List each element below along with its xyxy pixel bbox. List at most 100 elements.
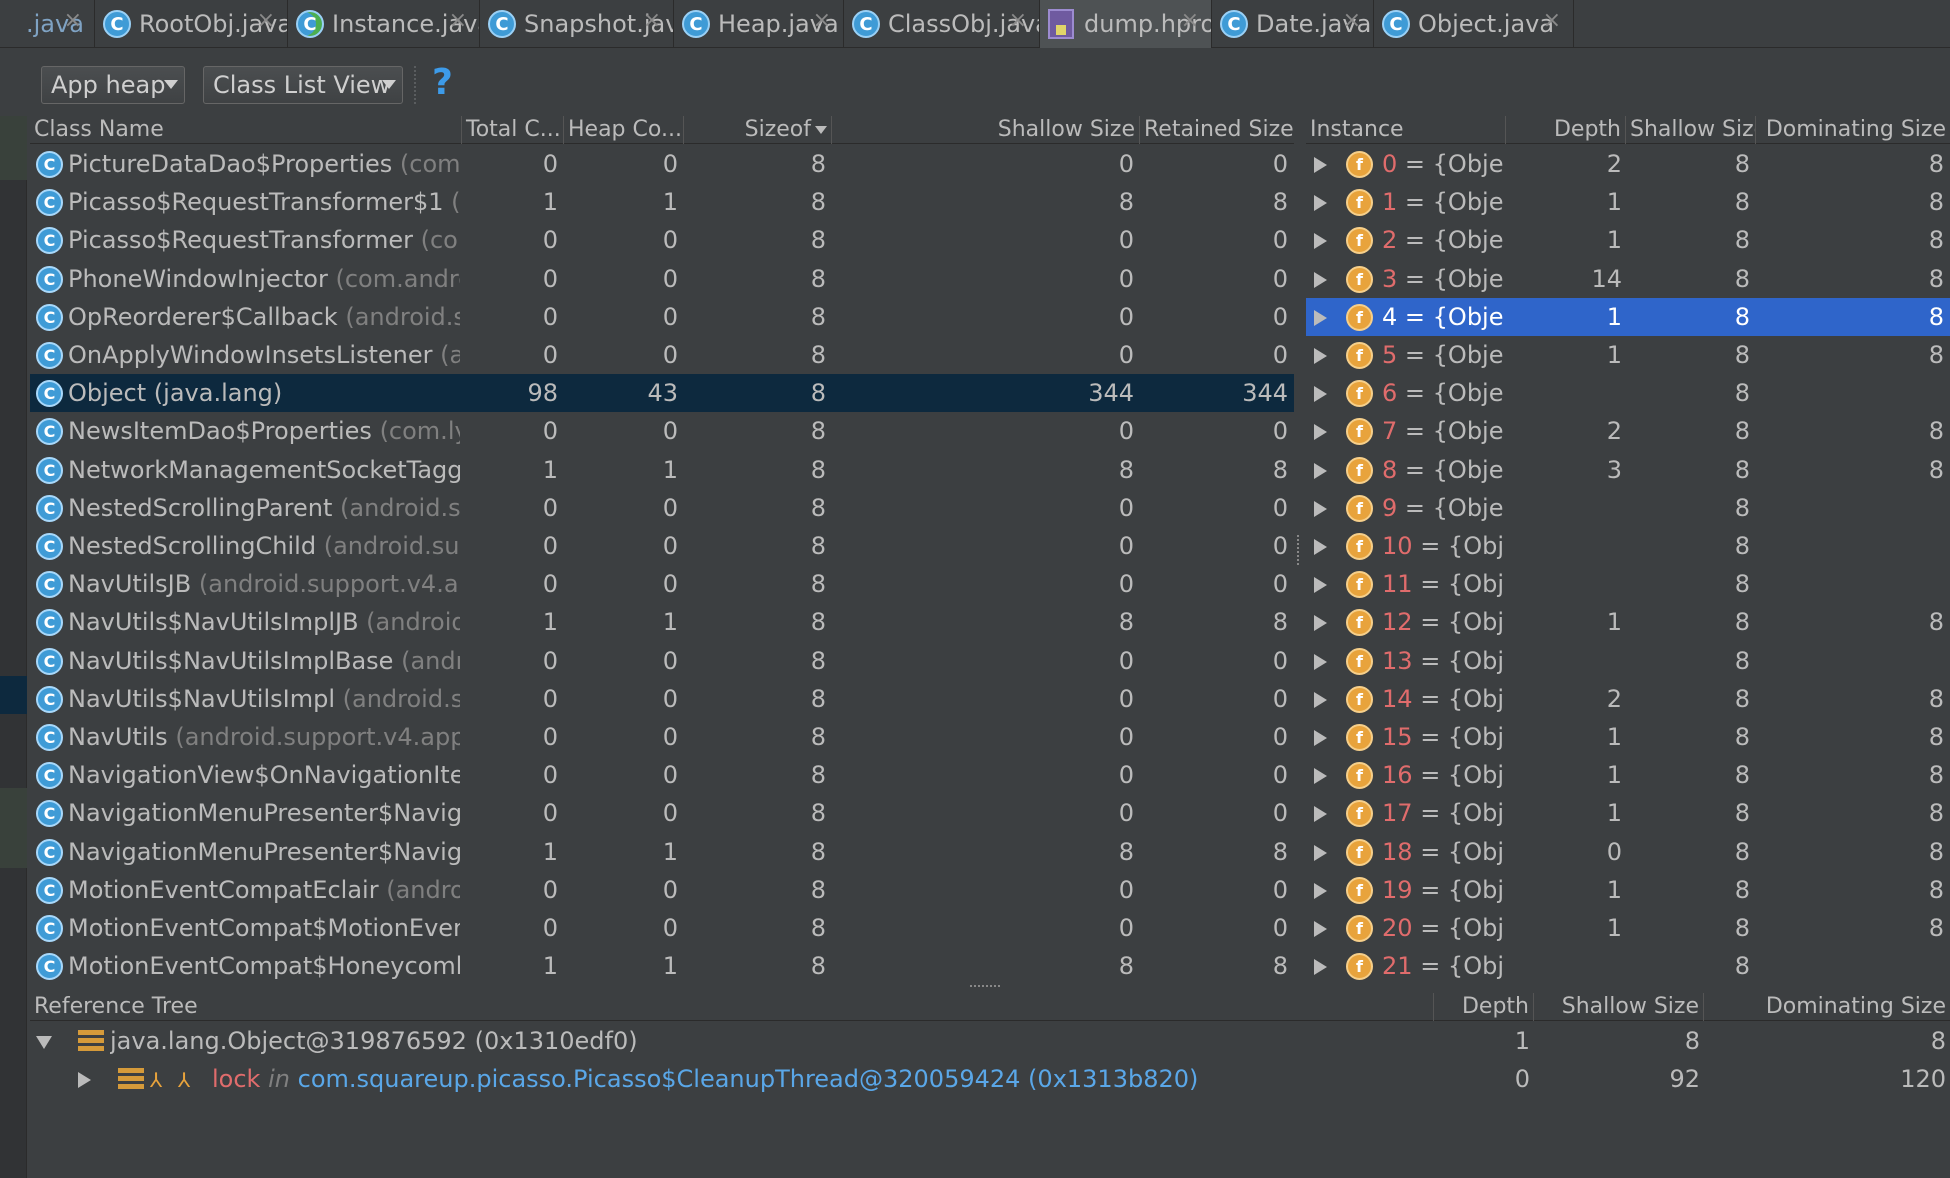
- instance-row[interactable]: f 17 = {Obj 1 8 8: [1306, 794, 1950, 832]
- expand-arrow-icon[interactable]: [1314, 309, 1327, 326]
- class-row[interactable]: C MotionEventCompat$HoneycombM 1 1 8 8 8: [30, 947, 1294, 985]
- col-shallow-size[interactable]: Shallow Size: [1626, 116, 1756, 144]
- tab-snapshot-java[interactable]: CSnapshot.java×: [480, 0, 674, 48]
- collapse-arrow-icon[interactable]: [36, 1036, 52, 1049]
- close-icon[interactable]: ×: [1009, 8, 1027, 33]
- class-row[interactable]: C NavigationView$OnNavigationItem 0 0 8 0 0: [30, 756, 1294, 794]
- col-shallow-size[interactable]: Shallow Size: [1534, 993, 1704, 1021]
- tab-dump-hprof[interactable]: dump.hprof ×: [1040, 0, 1212, 48]
- class-row[interactable]: CPhoneWindowInjector (com.androi 0 0 8 0 0: [30, 260, 1294, 298]
- expand-arrow-icon[interactable]: [1314, 921, 1327, 937]
- class-row[interactable]: CPicasso$RequestTransformer$1 (c 1 1 8 8 8: [30, 183, 1294, 221]
- tab-object-java[interactable]: C Object.java ×: [1374, 0, 1574, 48]
- expand-arrow-icon[interactable]: [1314, 195, 1327, 212]
- class-row[interactable]: CNavUtils$NavUtilsImplJB (android.s 1 1 8 8 8: [30, 603, 1294, 641]
- col-heap-count[interactable]: Heap Co...: [564, 116, 684, 144]
- instance-row[interactable]: f 20 = {Obj 1 8 8: [1306, 909, 1950, 947]
- class-row[interactable]: CPictureDataDao$Properties (com.l 0 0 8 0 0: [30, 145, 1294, 183]
- instance-row[interactable]: f3 = {Obje 14 8 8: [1306, 260, 1950, 298]
- class-row[interactable]: C MotionEventCompat$MotionEventV 0 0 8 0 0: [30, 909, 1294, 947]
- expand-arrow-icon[interactable]: [1314, 500, 1327, 517]
- col-class-name[interactable]: Class Name: [30, 116, 462, 144]
- col-dominating-size[interactable]: Dominating Size: [1756, 116, 1950, 144]
- expand-arrow-icon[interactable]: [1314, 424, 1327, 441]
- col-depth[interactable]: Depth: [1434, 993, 1534, 1021]
- instance-row[interactable]: f8 = {Obje 3 8 8: [1306, 451, 1950, 489]
- instance-row[interactable]: f0 = {Obje 2 8 8: [1306, 145, 1950, 183]
- tab-instance-java[interactable]: C Instance.java ×: [288, 0, 480, 48]
- tab-heap-java[interactable]: C Heap.java ×: [674, 0, 844, 48]
- expand-arrow-icon[interactable]: [1314, 768, 1327, 785]
- expand-arrow-icon[interactable]: [1314, 806, 1327, 823]
- col-dominating-size[interactable]: Dominating Size: [1704, 993, 1950, 1021]
- close-icon[interactable]: ×: [449, 8, 467, 33]
- close-icon[interactable]: ×: [813, 8, 831, 33]
- instance-row[interactable]: f5 = {Obje 1 8 8: [1306, 336, 1950, 374]
- tab-rootobj-java[interactable]: C RootObj.java ×: [95, 0, 288, 48]
- class-row[interactable]: C NavUtilsJB (android.support.v4.ap 0 0 8 0 0: [30, 565, 1294, 603]
- class-row[interactable]: C NavigationMenuPresenter$Navigat 1 1 8 8 8: [30, 833, 1294, 871]
- expand-arrow-icon[interactable]: [1314, 959, 1327, 976]
- class-row[interactable]: C NestedScrollingChild (android.sup 0 0 8 0 0: [30, 527, 1294, 565]
- reference-tree-child-row[interactable]: ⅄ ⅄ lock in com.squareup.picasso.Picasso…: [30, 1060, 1950, 1098]
- expand-arrow-icon[interactable]: [1314, 157, 1327, 173]
- expand-arrow-icon[interactable]: [1314, 233, 1327, 250]
- class-row[interactable]: CMotionEventCompatEclair (android 0 0 8 0 0: [30, 871, 1294, 909]
- instance-row[interactable]: f 19 = {Obj 1 8 8: [1306, 871, 1950, 909]
- class-row[interactable]: C OpReorderer$Callback (android.s 0 0 8 0 0: [30, 298, 1294, 336]
- view-select[interactable]: Class List View: [203, 66, 403, 104]
- col-total-count[interactable]: Total C...: [462, 116, 564, 144]
- close-icon[interactable]: ×: [1543, 8, 1561, 33]
- class-row[interactable]: C NavigationMenuPresenter$Navigat 0 0 8 0 0: [30, 794, 1294, 832]
- instance-row[interactable]: f 15 = {Obj 1 8 8: [1306, 718, 1950, 756]
- expand-arrow-icon[interactable]: [1314, 844, 1327, 861]
- expand-arrow-icon[interactable]: [1314, 348, 1327, 364]
- instance-row[interactable]: f 11 = {Obj 8: [1306, 565, 1950, 603]
- class-row[interactable]: C NetworkManagementSocketTagge 1 1 8 8 8: [30, 451, 1294, 489]
- referrer-instance-link[interactable]: com.squareup.picasso.Picasso$CleanupThre…: [298, 1065, 1199, 1093]
- tab-java[interactable]: .java ×: [0, 0, 95, 48]
- expand-arrow-icon[interactable]: [1314, 271, 1327, 288]
- instance-row[interactable]: f 16 = {Obj 1 8 8: [1306, 756, 1950, 794]
- col-instance[interactable]: Instance: [1306, 116, 1506, 144]
- expand-arrow-icon[interactable]: [1314, 539, 1327, 555]
- expand-arrow-icon[interactable]: [1314, 386, 1327, 403]
- class-row[interactable]: COnApplyWindowInsetsListener (anc 0 0 8 0 0: [30, 336, 1294, 374]
- class-row[interactable]: CPicasso$RequestTransformer (com 0 0 8 0 0: [30, 221, 1294, 259]
- instance-row[interactable]: f 14 = {Obj 2 8 8: [1306, 680, 1950, 718]
- tab-date-java[interactable]: C Date.java ×: [1212, 0, 1374, 48]
- instance-row[interactable]: f6 = {Obje 8: [1306, 374, 1950, 412]
- close-icon[interactable]: ×: [1343, 8, 1361, 33]
- instance-row[interactable]: f7 = {Obje 2 8 8: [1306, 412, 1950, 450]
- instance-row[interactable]: f 21 = {Obj 8: [1306, 947, 1950, 985]
- expand-arrow-icon[interactable]: [1314, 615, 1327, 632]
- class-row[interactable]: C Object (java.lang) 98 43 8 344 344: [30, 374, 1294, 413]
- instance-row[interactable]: f4 = {Obje 1 8 8: [1306, 297, 1950, 336]
- class-row[interactable]: CNestedScrollingParent (android.su 0 0 8 0 0: [30, 489, 1294, 527]
- expand-arrow-icon[interactable]: [78, 1072, 91, 1088]
- expand-arrow-icon[interactable]: [1314, 730, 1327, 746]
- instance-row[interactable]: f2 = {Obje 1 8 8: [1306, 221, 1950, 259]
- instance-row[interactable]: f 13 = {Obj 8: [1306, 642, 1950, 680]
- expand-arrow-icon[interactable]: [1314, 882, 1327, 899]
- class-row[interactable]: CNewsItemDao$Properties (com.ly. 0 0 8 0 0: [30, 412, 1294, 450]
- col-retained-size[interactable]: Retained Size: [1140, 116, 1294, 144]
- col-shallow-size[interactable]: Shallow Size: [832, 116, 1140, 144]
- instance-row[interactable]: f 18 = {Obj 0 8 8: [1306, 833, 1950, 871]
- expand-arrow-icon[interactable]: [1314, 653, 1327, 670]
- expand-arrow-icon[interactable]: [1314, 577, 1327, 594]
- class-row[interactable]: CNavUtils$NavUtilsImpl (android.su 0 0 8 0 0: [30, 680, 1294, 718]
- close-icon[interactable]: ×: [257, 8, 275, 33]
- instance-row[interactable]: f 10 = {Obj 8: [1306, 527, 1950, 565]
- instance-row[interactable]: f9 = {Obje 8: [1306, 489, 1950, 527]
- col-reference-tree[interactable]: Reference Tree: [30, 993, 1434, 1021]
- close-icon[interactable]: ×: [64, 8, 82, 33]
- instance-row[interactable]: f 12 = {Obj 1 8 8: [1306, 603, 1950, 641]
- col-depth[interactable]: Depth: [1506, 116, 1626, 144]
- help-icon[interactable]: ?: [432, 62, 453, 103]
- reference-tree-root-row[interactable]: java.lang.Object@319876592 (0x1310edf0) …: [30, 1022, 1950, 1060]
- expand-arrow-icon[interactable]: [1314, 691, 1327, 708]
- class-row[interactable]: C NavUtils (android.support.v4.app) 0 0 8 0 0: [30, 718, 1294, 756]
- class-row[interactable]: CNavUtils$NavUtilsImplBase (androi 0 0 8 0 0: [30, 642, 1294, 680]
- tab-classobj-java[interactable]: C ClassObj.java ×: [844, 0, 1040, 48]
